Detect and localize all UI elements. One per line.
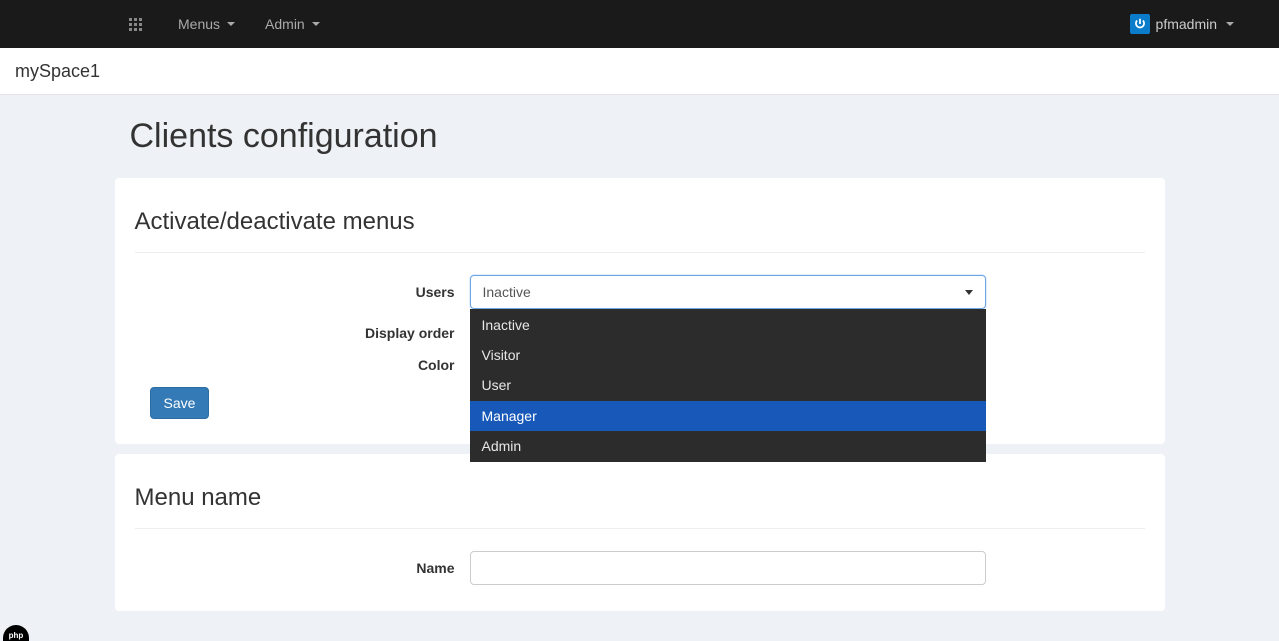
breadcrumb: mySpace1 xyxy=(0,48,1279,95)
panel-menu-name: Menu name Name xyxy=(115,454,1165,611)
user-name-label: pfmadmin xyxy=(1156,16,1217,32)
user-menu-dropdown[interactable]: pfmadmin xyxy=(1130,14,1234,34)
label-name: Name xyxy=(135,560,470,576)
name-input-wrap xyxy=(470,551,986,585)
nav-menus-label: Menus xyxy=(178,16,220,32)
navbar-right: pfmadmin xyxy=(1130,14,1234,34)
page-title: Clients configuration xyxy=(130,117,1165,156)
dropdown-option-inactive[interactable]: Inactive xyxy=(470,310,986,340)
caret-down-icon xyxy=(312,22,320,26)
nav-menus-dropdown[interactable]: Menus xyxy=(163,2,250,46)
caret-down-icon xyxy=(1226,22,1234,26)
label-display-order: Display order xyxy=(135,325,470,341)
dropdown-option-admin[interactable]: Admin xyxy=(470,431,986,461)
apps-grid-icon[interactable] xyxy=(115,18,155,31)
name-input[interactable] xyxy=(470,551,986,585)
dropdown-option-manager[interactable]: Manager xyxy=(470,401,986,431)
label-users: Users xyxy=(135,284,470,300)
save-button[interactable]: Save xyxy=(150,387,210,419)
users-select[interactable]: Inactive xyxy=(470,275,986,309)
dropdown-option-user[interactable]: User xyxy=(470,370,986,400)
breadcrumb-space[interactable]: mySpace1 xyxy=(15,61,100,82)
panel-activate-menus: Activate/deactivate menus Users Inactive… xyxy=(115,178,1165,444)
users-dropdown-menu: Inactive Visitor User Manager Admin xyxy=(470,309,986,462)
users-select-value: Inactive xyxy=(483,284,531,300)
php-badge-label: php xyxy=(9,631,24,640)
panel-heading: Menu name xyxy=(135,484,1145,529)
panel-heading: Activate/deactivate menus xyxy=(135,208,1145,253)
top-navbar: Menus Admin pfmadmin xyxy=(0,0,1279,48)
caret-down-icon xyxy=(965,290,973,295)
form-group-users: Users Inactive Inactive Visitor User Man… xyxy=(135,275,1145,309)
nav-admin-dropdown[interactable]: Admin xyxy=(250,2,335,46)
label-color: Color xyxy=(135,357,470,373)
nav-admin-label: Admin xyxy=(265,16,305,32)
main-container: Clients configuration Activate/deactivat… xyxy=(100,117,1180,611)
php-debug-badge[interactable]: php xyxy=(3,625,29,641)
form-group-name: Name xyxy=(135,551,1145,585)
caret-down-icon xyxy=(227,22,235,26)
dropdown-option-visitor[interactable]: Visitor xyxy=(470,340,986,370)
users-select-wrap: Inactive Inactive Visitor User Manager A… xyxy=(470,275,986,309)
navbar-left: Menus Admin xyxy=(15,2,335,46)
power-icon xyxy=(1130,14,1150,34)
